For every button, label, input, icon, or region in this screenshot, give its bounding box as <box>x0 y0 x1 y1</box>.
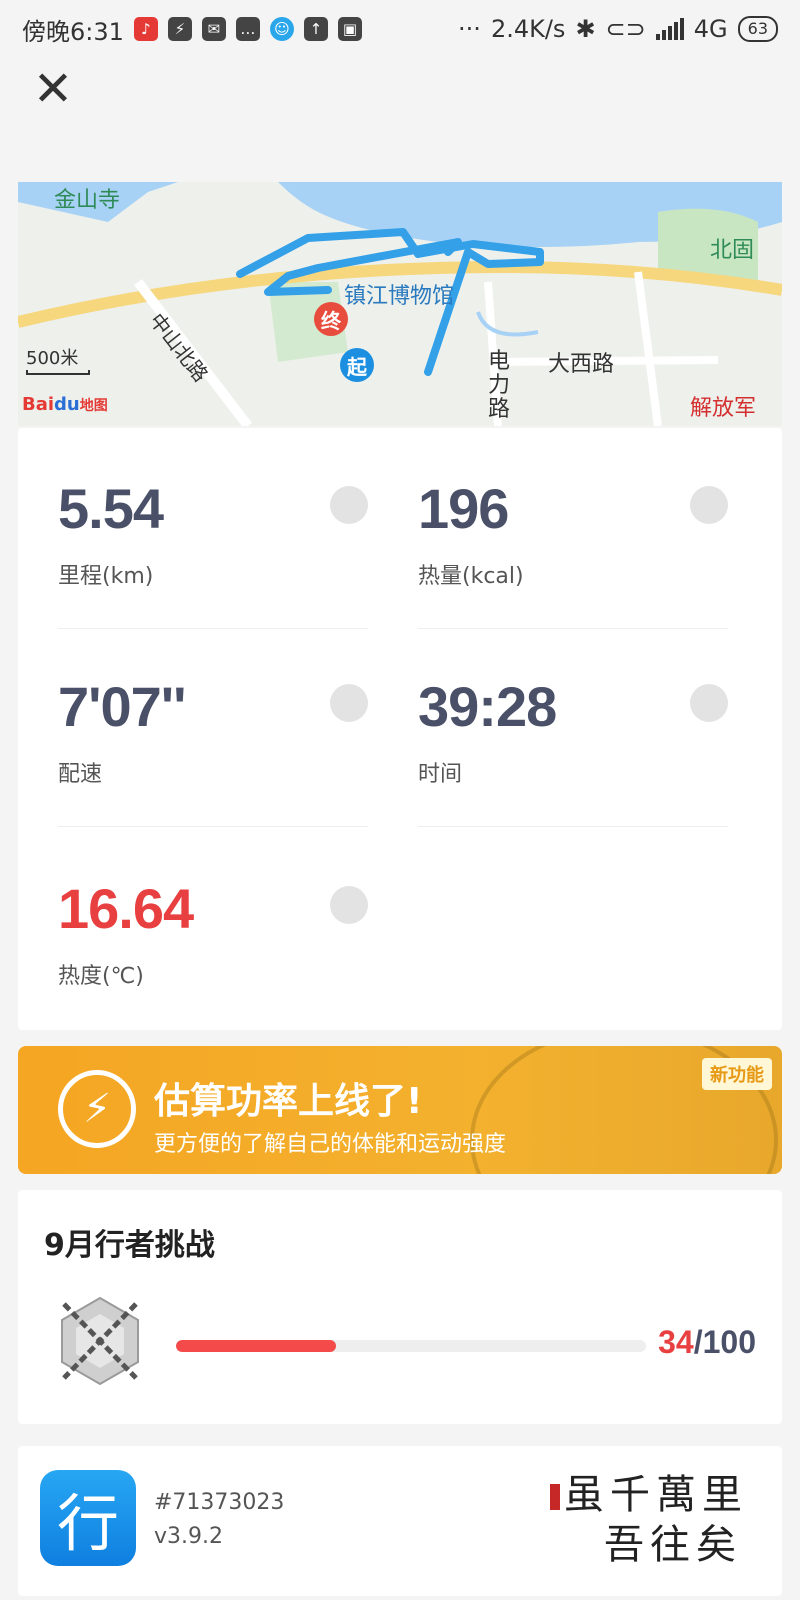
net-speed: 2.4K/s <box>490 15 566 43</box>
stat-distance: 5.54 里程(km) <box>58 428 368 629</box>
bluetooth-icon: ✱ <box>575 15 596 43</box>
map-label-daxilu: 大西路 <box>548 352 615 377</box>
map-label-jinshansi: 金山寺 <box>54 188 121 213</box>
lightning-icon: ⚡ <box>58 1070 136 1148</box>
upload-icon: ↑ <box>303 17 328 41</box>
distance-value: 5.54 <box>58 477 164 540</box>
challenge-target: 100 <box>702 1324 756 1360</box>
road-icon <box>330 486 368 524</box>
divider <box>58 826 368 827</box>
challenge-progress-bar <box>176 1340 646 1352</box>
flame-icon <box>690 486 728 524</box>
stat-calories: 196 热量(kcal) <box>418 428 728 629</box>
stat-pace: 7'07'' 配速 <box>58 626 368 827</box>
toggle-icon: ⊂⊃ <box>605 15 646 43</box>
signal-icon <box>655 18 684 40</box>
close-button[interactable]: ✕ <box>30 65 76 114</box>
more-dots: ··· <box>458 15 481 43</box>
calligraphy-motto: 虽千萬里 吾往矣 <box>550 1470 760 1576</box>
seal-stamp <box>550 1484 560 1510</box>
challenge-separator: / <box>693 1324 703 1360</box>
stat-time: 39:28 时间 <box>418 626 728 827</box>
locked-medal-icon <box>61 1296 139 1386</box>
status-bar: 傍晚6:31 ♪ ⚡ ✉ … ☺ ↑ ▣ ··· 2.4K/s ✱ ⊂⊃ 4G … <box>0 0 800 58</box>
app-version: v3.9.2 <box>154 1524 223 1549</box>
new-feature-badge: 新功能 <box>702 1058 772 1090</box>
pace-label: 配速 <box>58 762 103 787</box>
power-estimate-banner[interactable]: ⚡ 估算功率上线了! 更方便的了解自己的体能和运动强度 新功能 <box>18 1046 782 1174</box>
distance-label: 里程(km) <box>58 564 154 589</box>
app-info-card: 行 #71373023 v3.9.2 虽千萬里 吾往矣 <box>18 1446 782 1596</box>
app-logo-icon: 行 <box>40 1470 136 1566</box>
map-label-beigu: 北固 <box>710 238 755 263</box>
map-scale-bar <box>26 370 90 375</box>
divider <box>418 826 728 827</box>
network-type: 4G <box>693 15 728 43</box>
calories-label: 热量(kcal) <box>418 564 524 589</box>
time-label: 时间 <box>418 762 463 787</box>
challenge-progress-fill <box>176 1340 336 1352</box>
stat-heat: 16.64 热度(℃) <box>58 828 368 1028</box>
calories-value: 196 <box>418 477 509 540</box>
calligraphy-line-1: 虽千萬里 <box>564 1472 748 1518</box>
heat-value: 16.64 <box>58 877 194 940</box>
fire-icon <box>330 886 368 924</box>
route-map[interactable]: 金山寺 镇江博物馆 北固 大西路 电力路 中山北路 解放军 终 起 500米 B… <box>18 182 782 426</box>
challenge-progress-text: 34/100 <box>658 1324 756 1361</box>
baidu-map-logo: Baidu地图 <box>22 394 108 415</box>
challenge-title: 9月行者挑战 <box>44 1228 215 1263</box>
battery-icon: 63 <box>737 16 778 42</box>
shield-icon: ⚡ <box>167 17 192 41</box>
heat-label: 热度(℃) <box>58 964 144 989</box>
challenge-current: 34 <box>658 1324 694 1360</box>
clock: 傍晚6:31 <box>22 17 124 46</box>
map-scale: 500米 <box>26 348 79 369</box>
netease-music-icon: ♪ <box>133 17 158 41</box>
app-user-id: #71373023 <box>154 1490 285 1515</box>
sms-icon: … <box>235 17 260 41</box>
clock-icon <box>690 684 728 722</box>
route-end-marker: 终 <box>314 302 348 336</box>
wechat-icon: ✉ <box>201 17 226 41</box>
banner-subtitle: 更方便的了解自己的体能和运动强度 <box>154 1132 507 1157</box>
banner-title: 估算功率上线了! <box>154 1081 423 1122</box>
shopping-bag-icon: ▣ <box>337 17 362 41</box>
stats-card: 5.54 里程(km) 196 热量(kcal) 7'07'' 配速 39:28… <box>18 428 782 1030</box>
close-icon: ✕ <box>32 61 74 117</box>
map-label-jiefangjun: 解放军 <box>690 396 757 421</box>
calligraphy-line-2: 吾往矣 <box>604 1522 742 1568</box>
speedometer-icon <box>330 684 368 722</box>
challenge-card[interactable]: 9月行者挑战 34/100 <box>18 1190 782 1424</box>
qq-icon: ☺ <box>269 17 294 41</box>
map-label-museum: 镇江博物馆 <box>344 284 455 309</box>
pace-value: 7'07'' <box>58 675 186 738</box>
map-label-dianlilu: 电力路 <box>488 349 511 422</box>
route-start-marker: 起 <box>340 348 374 382</box>
time-value: 39:28 <box>418 675 557 738</box>
